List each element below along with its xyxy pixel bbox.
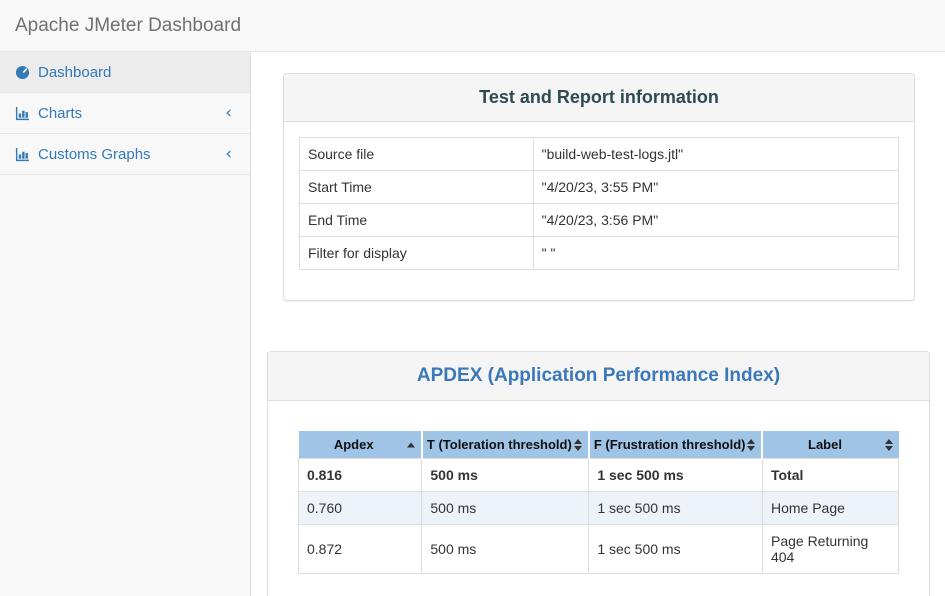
sort-icon: [747, 439, 755, 451]
frustration-value: 1 sec 500 ms: [589, 525, 763, 574]
top-bar: Apache JMeter Dashboard: [0, 0, 945, 52]
info-label: Filter for display: [300, 237, 534, 270]
bar-chart-icon: [15, 147, 31, 162]
table-row: Source file "build-web-test-logs.jtl": [300, 138, 899, 171]
panel-body: Apdex T (Toleration threshold) F (Frustr…: [268, 401, 929, 596]
apdex-value: 0.816: [299, 459, 422, 492]
apdex-panel: APDEX (Application Performance Index) Ap…: [267, 351, 930, 596]
frustration-value: 1 sec 500 ms: [589, 492, 763, 525]
frustration-value: 1 sec 500 ms: [589, 459, 763, 492]
info-label: Source file: [300, 138, 534, 171]
panel-title: APDEX (Application Performance Index): [417, 365, 780, 386]
column-header-apdex[interactable]: Apdex: [299, 431, 422, 459]
test-report-info-table: Source file "build-web-test-logs.jtl" St…: [299, 137, 899, 270]
label-value: Total: [762, 459, 898, 492]
sidebar-item-label: Customs Graphs: [38, 146, 225, 163]
sidebar-item-dashboard[interactable]: Dashboard: [0, 52, 250, 93]
main-content: Test and Report information Source file …: [251, 52, 945, 596]
info-value: "4/20/23, 3:56 PM": [533, 204, 898, 237]
toleration-value: 500 ms: [422, 525, 589, 574]
sort-icon: [885, 439, 893, 451]
panel-header: APDEX (Application Performance Index): [268, 352, 929, 401]
dashboard-gauge-icon: [15, 65, 31, 80]
sidebar-item-customs-graphs[interactable]: Customs Graphs ‹: [0, 134, 250, 175]
panel-body: Source file "build-web-test-logs.jtl" St…: [284, 122, 914, 300]
sidebar-item-label: Dashboard: [38, 64, 235, 81]
app-title: Apache JMeter Dashboard: [15, 15, 241, 37]
info-label: Start Time: [300, 171, 534, 204]
table-row: End Time "4/20/23, 3:56 PM": [300, 204, 899, 237]
sidebar-item-label: Charts: [38, 105, 225, 122]
apdex-value: 0.872: [299, 525, 422, 574]
apdex-table: Apdex T (Toleration threshold) F (Frustr…: [298, 431, 899, 574]
table-row: 0.872 500 ms 1 sec 500 ms Page Returning…: [299, 525, 899, 574]
table-row: Filter for display " ": [300, 237, 899, 270]
info-label: End Time: [300, 204, 534, 237]
toleration-value: 500 ms: [422, 492, 589, 525]
sort-ascending-icon: [407, 442, 415, 447]
column-header-label: Apdex: [334, 437, 374, 452]
info-value: "build-web-test-logs.jtl": [533, 138, 898, 171]
table-header-row: Apdex T (Toleration threshold) F (Frustr…: [299, 431, 899, 459]
sidebar: Dashboard Charts ‹ Customs Graphs ‹: [0, 52, 251, 596]
chevron-left-icon[interactable]: ‹: [225, 105, 232, 122]
chevron-left-icon[interactable]: ‹: [225, 146, 232, 163]
info-value: " ": [533, 237, 898, 270]
table-row-total: 0.816 500 ms 1 sec 500 ms Total: [299, 459, 899, 492]
panel-title: Test and Report information: [479, 87, 719, 107]
column-header-label: F (Frustration threshold): [594, 437, 746, 452]
column-header-label: Label: [808, 437, 842, 452]
column-header-frustration[interactable]: F (Frustration threshold): [589, 431, 763, 459]
table-row: Start Time "4/20/23, 3:55 PM": [300, 171, 899, 204]
sort-icon: [574, 439, 582, 451]
label-value: Home Page: [762, 492, 898, 525]
panel-header: Test and Report information: [284, 74, 914, 122]
toleration-value: 500 ms: [422, 459, 589, 492]
column-header-label: T (Toleration threshold): [427, 437, 572, 452]
apdex-value: 0.760: [299, 492, 422, 525]
info-value: "4/20/23, 3:55 PM": [533, 171, 898, 204]
label-value: Page Returning 404: [762, 525, 898, 574]
bar-chart-icon: [15, 106, 31, 121]
sidebar-item-charts[interactable]: Charts ‹: [0, 93, 250, 134]
column-header-label-col[interactable]: Label: [762, 431, 898, 459]
table-row: 0.760 500 ms 1 sec 500 ms Home Page: [299, 492, 899, 525]
column-header-toleration[interactable]: T (Toleration threshold): [422, 431, 589, 459]
test-report-info-panel: Test and Report information Source file …: [283, 73, 915, 301]
